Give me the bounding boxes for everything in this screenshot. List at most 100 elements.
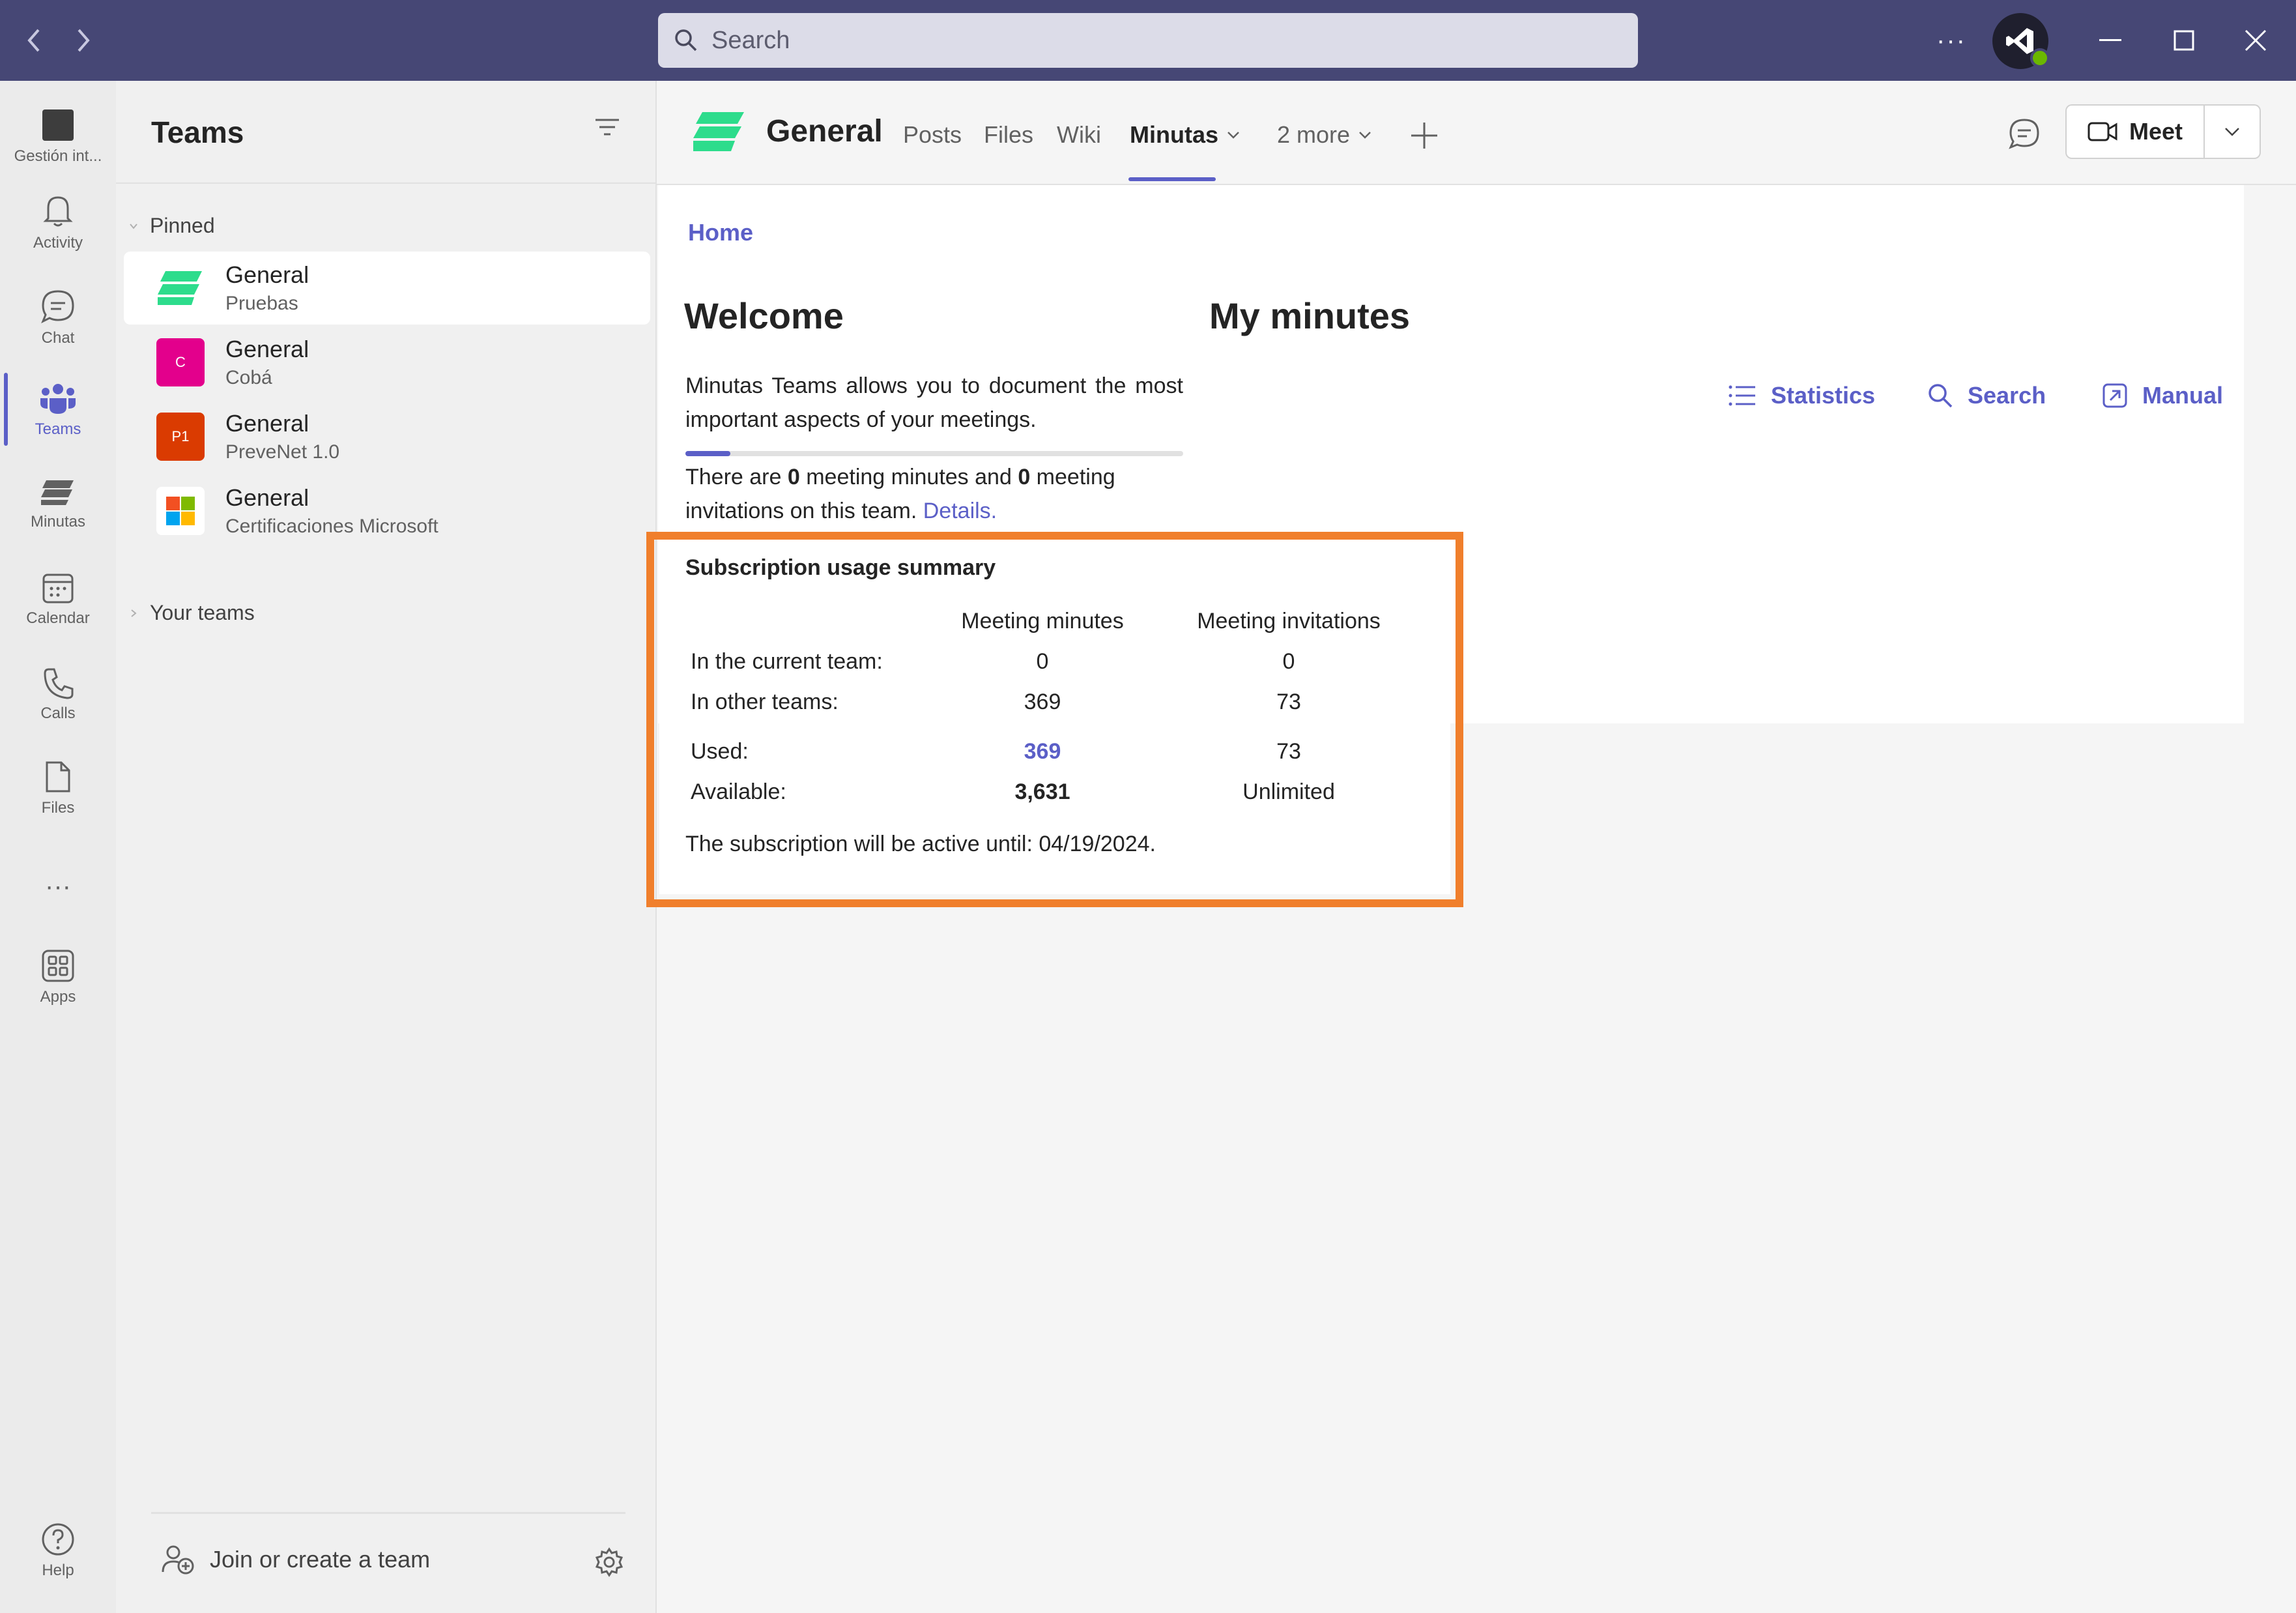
chevron-down-icon [2225, 128, 2239, 136]
more-options-button[interactable]: ··· [1929, 16, 1974, 65]
tab-files[interactable]: Files [984, 121, 1033, 149]
minutes-count: 0 [787, 465, 800, 489]
rail-item-activity[interactable]: Activity [0, 177, 116, 269]
rail-item-label: Files [41, 799, 75, 817]
team-name: Certificaciones Microsoft [225, 516, 438, 537]
tab-wiki[interactable]: Wiki [1057, 121, 1101, 149]
search-label: Search [1968, 382, 2046, 409]
rail-item-label: Help [42, 1562, 74, 1579]
your-teams-section-header[interactable]: Your teams [129, 601, 255, 625]
channel-name: General [225, 484, 309, 511]
back-button[interactable] [14, 16, 53, 65]
teams-icon [40, 384, 76, 414]
rail-item-teams[interactable]: Teams [0, 365, 116, 456]
microsoft-logo-icon [156, 487, 205, 535]
search-link[interactable]: Search [1927, 382, 2046, 409]
team-count-text: There are 0 meeting minutes and 0 meetin… [685, 460, 1187, 528]
row-label: Available: [691, 779, 786, 804]
col-header-invitations: Meeting invitations [1197, 609, 1381, 633]
rail-item-label: Activity [33, 234, 83, 252]
row-invitations: 73 [1276, 690, 1301, 714]
help-icon [42, 1523, 74, 1556]
row-minutes: 369 [1024, 690, 1061, 714]
invitations-count: 0 [1018, 465, 1031, 489]
app-tile-icon [42, 109, 74, 141]
tab-more[interactable]: 2 more [1277, 121, 1372, 149]
bell-icon [43, 196, 73, 227]
available-minutes-value: 3,631 [1014, 779, 1070, 804]
minutas-icon [41, 480, 74, 505]
rail-item-minutas[interactable]: Minutas [0, 459, 116, 550]
meet-button[interactable]: Meet [2065, 104, 2205, 159]
join-label: Join or create a team [210, 1546, 431, 1573]
rail-item-calls[interactable]: Calls [0, 649, 116, 740]
channel-name: General [225, 336, 309, 362]
rail-item-label: Gestión int... [14, 147, 102, 165]
row-invitations: 73 [1276, 739, 1301, 764]
more-icon: ··· [45, 871, 71, 901]
more-tabs-label: 2 more [1277, 121, 1351, 148]
details-link[interactable]: Details. [923, 499, 997, 523]
join-or-create-team-button[interactable]: Join or create a team [162, 1545, 430, 1575]
maximize-button[interactable] [2159, 16, 2209, 65]
rail-item-calendar[interactable]: Calendar [0, 554, 116, 645]
presence-available-badge [2030, 48, 2050, 68]
panel-title: Teams [151, 115, 244, 149]
team-row[interactable]: P1 General PreveNet 1.0 [124, 400, 650, 473]
manual-label: Manual [2142, 382, 2224, 409]
rail-item-label: Calendar [26, 609, 90, 627]
col-header-minutes: Meeting minutes [961, 609, 1124, 633]
welcome-title: Welcome [684, 295, 844, 336]
rail-item-label: Apps [40, 988, 76, 1006]
search-placeholder: Search [711, 26, 790, 54]
team-name: Pruebas [225, 293, 298, 314]
rail-item-gestion[interactable]: Gestión int... [0, 91, 116, 182]
row-label: In other teams: [691, 690, 839, 714]
team-avatar: C [156, 338, 205, 386]
row-minutes: 0 [1036, 649, 1049, 674]
rail-item-apps[interactable]: Apps [0, 932, 116, 1023]
tab-posts[interactable]: Posts [903, 121, 962, 149]
rail-item-files[interactable]: Files [0, 743, 116, 834]
team-row[interactable]: General Pruebas [124, 252, 650, 325]
rail-more-button[interactable]: ··· [0, 841, 116, 932]
chevron-right-icon [131, 609, 137, 617]
file-icon [46, 761, 70, 792]
chat-icon [41, 290, 74, 324]
filter-icon[interactable] [594, 117, 620, 140]
subscription-title: Subscription usage summary [685, 555, 996, 580]
breadcrumb-home[interactable]: Home [688, 219, 753, 246]
pinned-section-header[interactable]: Pinned [129, 214, 215, 238]
row-label: In the current team: [691, 649, 883, 674]
team-row[interactable]: General Certificaciones Microsoft [124, 474, 650, 547]
channel-title: General [766, 114, 883, 149]
statistics-link[interactable]: Statistics [1728, 382, 1875, 409]
channel-name: General [225, 261, 309, 288]
close-button[interactable] [2231, 16, 2280, 65]
minimize-button[interactable] [2088, 16, 2133, 65]
rail-item-chat[interactable]: Chat [0, 272, 116, 364]
tab-label: Minutas [1130, 121, 1219, 148]
join-divider [151, 1512, 625, 1514]
statistics-label: Statistics [1771, 382, 1876, 409]
tab-minutas[interactable]: Minutas [1130, 121, 1241, 149]
add-tab-button[interactable] [1410, 116, 1439, 158]
gear-icon[interactable] [594, 1547, 624, 1580]
meet-dropdown-button[interactable] [2205, 104, 2261, 159]
forward-button[interactable] [64, 16, 103, 65]
chevron-down-icon [130, 223, 137, 229]
row-invitations: Unlimited [1242, 779, 1335, 804]
rail-item-label: Chat [41, 329, 75, 347]
pinned-label: Pinned [150, 214, 215, 237]
search-input[interactable]: Search [658, 13, 1638, 68]
add-people-icon [162, 1545, 194, 1575]
panel-divider [116, 182, 657, 184]
minutas-logo-icon [692, 109, 747, 157]
manual-link[interactable]: Manual [2102, 382, 2223, 409]
welcome-description: Minutas Teams allows you to document the… [685, 373, 1183, 432]
team-row[interactable]: C General Cobá [124, 326, 650, 399]
rail-item-help[interactable]: Help [0, 1505, 116, 1597]
chevron-down-icon [1227, 132, 1239, 139]
search-icon [675, 29, 697, 51]
conversation-icon[interactable] [2008, 117, 2041, 153]
